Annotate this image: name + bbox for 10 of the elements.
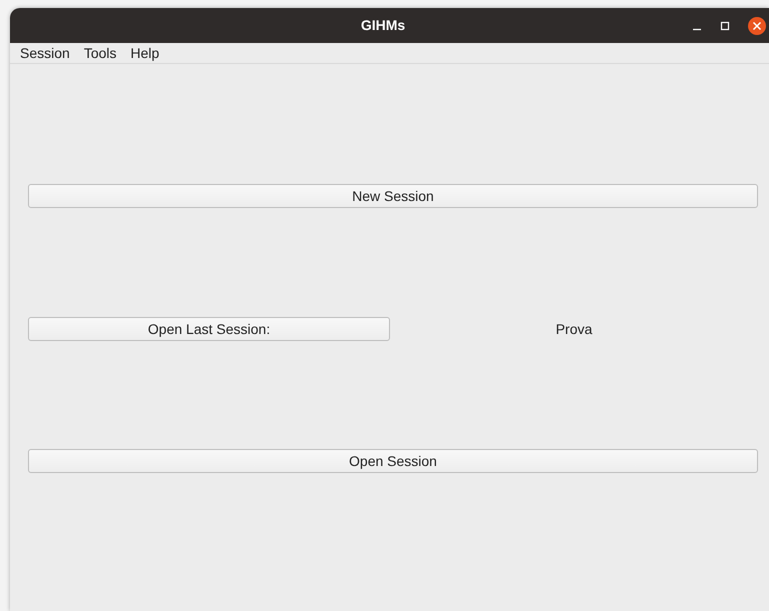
menu-item[interactable]: Session [14, 42, 76, 64]
new-session-button[interactable]: New Session [28, 184, 758, 208]
maximize-icon[interactable] [720, 20, 730, 30]
open-session-button[interactable]: Open Session [28, 449, 758, 473]
last-session-name: Prova [556, 320, 592, 338]
menu-item[interactable]: Help [124, 42, 166, 64]
open-last-session-button[interactable]: Open Last Session: [28, 317, 390, 341]
close-icon[interactable] [748, 16, 766, 34]
window-title: GIHMs [360, 16, 406, 35]
menu-item[interactable]: Tools [78, 42, 122, 64]
